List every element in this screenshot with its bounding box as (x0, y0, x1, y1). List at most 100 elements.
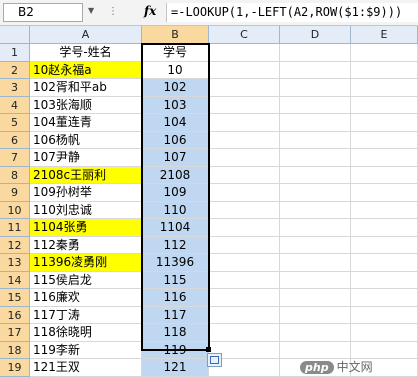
cell-c15[interactable] (209, 289, 280, 307)
row-header[interactable]: 6 (0, 131, 30, 149)
cell-b4[interactable]: 103 (142, 96, 209, 114)
cell-d6[interactable] (280, 131, 351, 149)
cell-b3[interactable]: 102 (142, 79, 209, 97)
cell-b15[interactable]: 116 (142, 289, 209, 307)
cell-e4[interactable] (351, 96, 418, 114)
cell-b11[interactable]: 1104 (142, 219, 209, 237)
row-header[interactable]: 12 (0, 236, 30, 254)
row-header[interactable]: 15 (0, 289, 30, 307)
cell-c4[interactable] (209, 96, 280, 114)
cell-a14[interactable]: 115侯启龙 (30, 271, 142, 289)
row-header[interactable]: 4 (0, 96, 30, 114)
cell-e3[interactable] (351, 79, 418, 97)
cell-c1[interactable] (209, 44, 280, 62)
cell-e14[interactable] (351, 271, 418, 289)
cell-c2[interactable] (209, 61, 280, 79)
cell-e10[interactable] (351, 201, 418, 219)
cell-e5[interactable] (351, 114, 418, 132)
cell-d18[interactable] (280, 341, 351, 359)
cell-a4[interactable]: 103张海顺 (30, 96, 142, 114)
row-header[interactable]: 13 (0, 254, 30, 272)
cell-e1[interactable] (351, 44, 418, 62)
row-header[interactable]: 19 (0, 359, 30, 377)
row-header[interactable]: 2 (0, 61, 30, 79)
cell-c7[interactable] (209, 149, 280, 167)
cell-d5[interactable] (280, 114, 351, 132)
column-header-a[interactable]: A (30, 26, 142, 44)
cell-d3[interactable] (280, 79, 351, 97)
cell-c16[interactable] (209, 306, 280, 324)
cell-d17[interactable] (280, 324, 351, 342)
cell-e6[interactable] (351, 131, 418, 149)
row-header[interactable]: 9 (0, 184, 30, 202)
cell-c11[interactable] (209, 219, 280, 237)
column-header-c[interactable]: C (209, 26, 280, 44)
cell-d13[interactable] (280, 254, 351, 272)
cell-e15[interactable] (351, 289, 418, 307)
cell-e17[interactable] (351, 324, 418, 342)
cell-e7[interactable] (351, 149, 418, 167)
cell-d12[interactable] (280, 236, 351, 254)
cell-d2[interactable] (280, 61, 351, 79)
cell-a18[interactable]: 119李新 (30, 341, 142, 359)
row-header[interactable]: 5 (0, 114, 30, 132)
row-header[interactable]: 16 (0, 306, 30, 324)
cell-e12[interactable] (351, 236, 418, 254)
cell-b8[interactable]: 2108 (142, 166, 209, 184)
cell-a5[interactable]: 104董连青 (30, 114, 142, 132)
cell-a9[interactable]: 109孙树举 (30, 184, 142, 202)
cell-c14[interactable] (209, 271, 280, 289)
cell-d1[interactable] (280, 44, 351, 62)
cell-a1[interactable]: 学号-姓名 (30, 44, 142, 62)
auto-fill-options-icon[interactable] (207, 353, 222, 367)
column-header-d[interactable]: D (280, 26, 351, 44)
cell-b9[interactable]: 109 (142, 184, 209, 202)
cell-b1[interactable]: 学号 (142, 44, 209, 62)
row-header[interactable]: 3 (0, 79, 30, 97)
cell-e8[interactable] (351, 166, 418, 184)
cell-a2[interactable]: 10赵永福a (30, 61, 142, 79)
select-all-corner[interactable] (0, 26, 30, 44)
cell-c3[interactable] (209, 79, 280, 97)
fill-handle[interactable] (206, 347, 211, 352)
cell-a12[interactable]: 112秦勇 (30, 236, 142, 254)
cell-a16[interactable]: 117丁涛 (30, 306, 142, 324)
row-header[interactable]: 11 (0, 219, 30, 237)
cell-a17[interactable]: 118徐晓明 (30, 324, 142, 342)
cell-a10[interactable]: 110刘忠诚 (30, 201, 142, 219)
cell-d14[interactable] (280, 271, 351, 289)
cell-e18[interactable] (351, 341, 418, 359)
cell-c6[interactable] (209, 131, 280, 149)
cell-e16[interactable] (351, 306, 418, 324)
cell-b16[interactable]: 117 (142, 306, 209, 324)
cell-a7[interactable]: 107尹静 (30, 149, 142, 167)
cell-b7[interactable]: 107 (142, 149, 209, 167)
cell-e11[interactable] (351, 219, 418, 237)
cell-a19[interactable]: 121王双 (30, 359, 142, 377)
cell-b6[interactable]: 106 (142, 131, 209, 149)
row-header[interactable]: 14 (0, 271, 30, 289)
row-header[interactable]: 1 (0, 44, 30, 62)
cell-d7[interactable] (280, 149, 351, 167)
cell-b19[interactable]: 121 (142, 359, 209, 377)
cell-d15[interactable] (280, 289, 351, 307)
formula-input[interactable]: =-LOOKUP(1,-LEFT(A2,ROW($1:$9))) (166, 3, 418, 22)
cell-d8[interactable] (280, 166, 351, 184)
cell-e2[interactable] (351, 61, 418, 79)
cell-b14[interactable]: 115 (142, 271, 209, 289)
cell-a11[interactable]: 1104张勇 (30, 219, 142, 237)
cell-c8[interactable] (209, 166, 280, 184)
cell-d10[interactable] (280, 201, 351, 219)
row-header[interactable]: 10 (0, 201, 30, 219)
cell-d4[interactable] (280, 96, 351, 114)
cell-d11[interactable] (280, 219, 351, 237)
cell-a6[interactable]: 106杨帆 (30, 131, 142, 149)
cell-c12[interactable] (209, 236, 280, 254)
row-header[interactable]: 17 (0, 324, 30, 342)
cell-d16[interactable] (280, 306, 351, 324)
row-header[interactable]: 18 (0, 341, 30, 359)
cell-e13[interactable] (351, 254, 418, 272)
cell-d9[interactable] (280, 184, 351, 202)
cell-a15[interactable]: 116廉欢 (30, 289, 142, 307)
cell-b5[interactable]: 104 (142, 114, 209, 132)
